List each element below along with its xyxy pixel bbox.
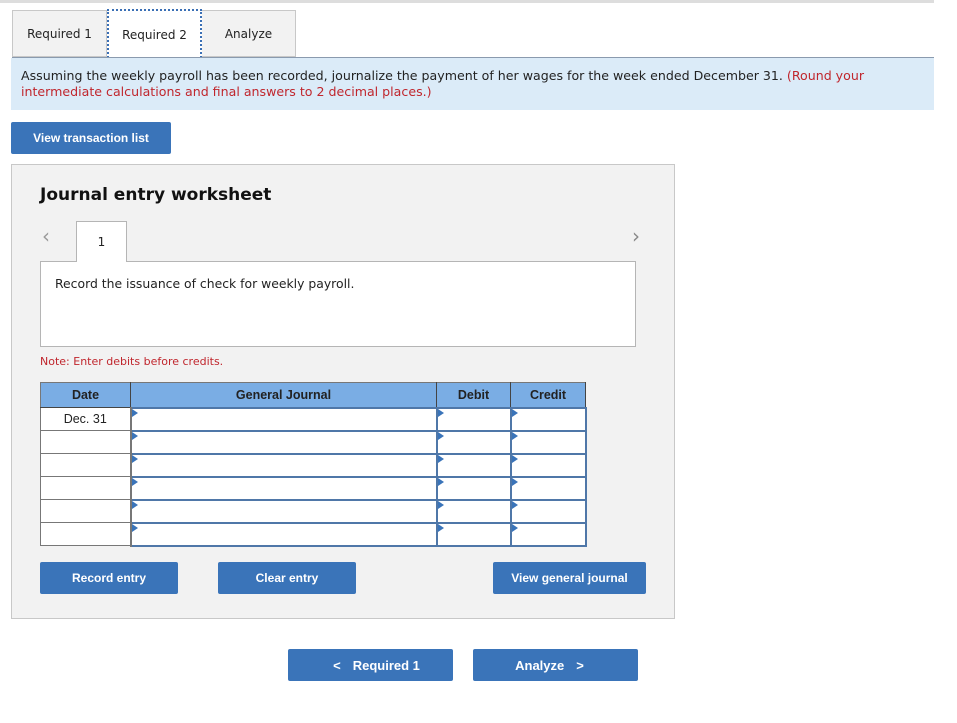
debit-input[interactable] xyxy=(435,498,512,524)
dropdown-marker-icon xyxy=(511,408,518,417)
debit-input[interactable] xyxy=(435,452,512,478)
journal-table: Date General Journal Debit Credit Dec. 3… xyxy=(40,382,587,547)
tab-required-2[interactable]: Required 2 xyxy=(107,9,202,58)
table-row xyxy=(40,521,587,547)
credit-input[interactable] xyxy=(509,452,587,478)
debit-input[interactable] xyxy=(435,429,512,455)
record-entry-button[interactable]: Record entry xyxy=(40,562,178,594)
table-row xyxy=(40,475,587,501)
account-input[interactable] xyxy=(129,429,438,455)
entry-description-text: Record the issuance of check for weekly … xyxy=(55,276,355,291)
table-row xyxy=(40,452,587,478)
credit-input[interactable] xyxy=(509,521,587,547)
dropdown-marker-icon xyxy=(131,408,138,417)
dropdown-marker-icon xyxy=(131,477,138,486)
dropdown-marker-icon xyxy=(511,477,518,486)
table-row xyxy=(40,498,587,524)
credit-input[interactable] xyxy=(509,429,587,455)
instructions-text: Assuming the weekly payroll has been rec… xyxy=(21,68,787,83)
previous-label: Required 1 xyxy=(352,657,420,673)
dropdown-marker-icon xyxy=(131,523,138,532)
tab-analyze[interactable]: Analyze xyxy=(202,10,296,57)
view-general-journal-button[interactable]: View general journal xyxy=(493,562,646,594)
table-row: Dec. 31 xyxy=(40,406,587,432)
date-cell xyxy=(40,522,132,546)
dropdown-marker-icon xyxy=(511,431,518,440)
date-cell xyxy=(40,453,132,477)
header-date: Date xyxy=(40,382,131,408)
dropdown-marker-icon xyxy=(437,431,444,440)
tab-required-1[interactable]: Required 1 xyxy=(12,10,107,57)
dropdown-marker-icon xyxy=(437,477,444,486)
next-label: Analyze xyxy=(515,657,565,673)
chevron-left-icon: < xyxy=(333,657,341,673)
dropdown-marker-icon xyxy=(511,523,518,532)
top-bar xyxy=(0,0,934,3)
credit-input[interactable] xyxy=(509,498,587,524)
question-tabs: Required 1 Required 2 Analyze xyxy=(12,9,296,58)
account-input[interactable] xyxy=(129,475,438,501)
date-cell: Dec. 31 xyxy=(40,407,132,431)
dropdown-marker-icon xyxy=(437,500,444,509)
dropdown-marker-icon xyxy=(131,431,138,440)
entry-tab-1[interactable]: 1 xyxy=(76,221,127,262)
previous-required-1-button[interactable]: < Required 1 xyxy=(288,649,453,681)
account-input[interactable] xyxy=(129,498,438,524)
date-cell xyxy=(40,430,132,454)
chevron-right-icon: > xyxy=(576,657,584,673)
dropdown-marker-icon xyxy=(511,454,518,463)
dropdown-marker-icon xyxy=(131,500,138,509)
debits-credits-note: Note: Enter debits before credits. xyxy=(40,355,224,368)
date-cell xyxy=(40,476,132,500)
credit-input[interactable] xyxy=(509,406,587,432)
debit-input[interactable] xyxy=(435,475,512,501)
chevron-left-icon[interactable]: ‹ xyxy=(42,226,50,246)
date-cell xyxy=(40,499,132,523)
header-credit: Credit xyxy=(510,382,586,408)
account-input[interactable] xyxy=(129,406,438,432)
account-input[interactable] xyxy=(129,452,438,478)
dropdown-marker-icon xyxy=(131,454,138,463)
debit-input[interactable] xyxy=(435,406,512,432)
dropdown-marker-icon xyxy=(437,454,444,463)
journal-header-row: Date General Journal Debit Credit xyxy=(40,382,586,408)
credit-input[interactable] xyxy=(509,475,587,501)
view-transaction-list-button[interactable]: View transaction list xyxy=(11,122,171,154)
dropdown-marker-icon xyxy=(437,523,444,532)
debit-input[interactable] xyxy=(435,521,512,547)
next-analyze-button[interactable]: Analyze > xyxy=(473,649,638,681)
clear-entry-button[interactable]: Clear entry xyxy=(218,562,356,594)
header-debit: Debit xyxy=(436,382,511,408)
account-input[interactable] xyxy=(129,521,438,547)
worksheet-title: Journal entry worksheet xyxy=(40,185,272,205)
instructions-panel: Assuming the weekly payroll has been rec… xyxy=(11,58,934,110)
entry-description: Record the issuance of check for weekly … xyxy=(40,261,636,347)
journal-entry-worksheet: Journal entry worksheet ‹ 1 › Record the… xyxy=(11,164,675,619)
dropdown-marker-icon xyxy=(437,408,444,417)
dropdown-marker-icon xyxy=(511,500,518,509)
header-general-journal: General Journal xyxy=(130,382,437,408)
table-row xyxy=(40,429,587,455)
chevron-right-icon[interactable]: › xyxy=(632,226,640,246)
